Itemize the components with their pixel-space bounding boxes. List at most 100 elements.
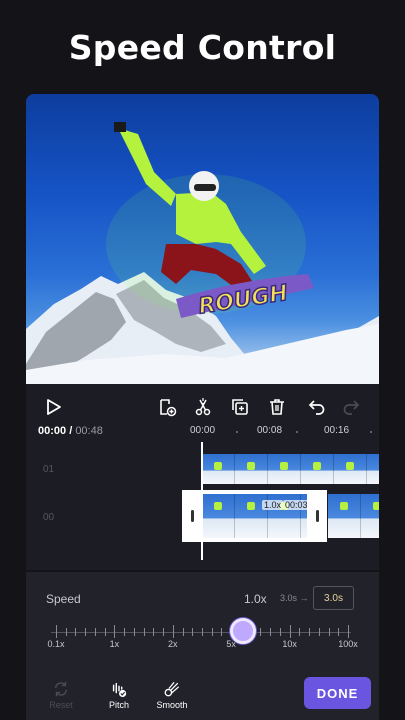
undo-icon	[308, 400, 325, 415]
duration-original: 3.0s →	[280, 593, 309, 603]
slider-minor-tick	[85, 628, 87, 636]
duration-result: 3.0s	[313, 586, 354, 610]
slider-minor-tick	[133, 628, 135, 636]
clip-trim-handle-left[interactable]	[182, 490, 202, 542]
slider-major-tick	[172, 625, 174, 638]
slider-minor-tick	[328, 628, 330, 636]
redo-icon	[343, 400, 360, 415]
selected-clip-frames: 1.0x 00:03	[202, 494, 307, 538]
track-number: 00	[43, 512, 55, 523]
slider-minor-tick	[75, 628, 77, 636]
smooth-icon	[164, 682, 179, 697]
reset-label: Reset	[49, 700, 73, 710]
video-preview[interactable]: ROUGH	[26, 94, 379, 384]
slider-scale-label: 1x	[109, 639, 120, 649]
speed-value: 1.0x	[244, 592, 267, 606]
slider-minor-tick	[202, 628, 203, 636]
ruler-label: 00:16	[324, 425, 350, 436]
undo-button[interactable]	[303, 394, 329, 420]
split-icon	[195, 398, 211, 416]
time-ruler: 00:00 / 00:48 00:00 00:08 00:16	[26, 424, 379, 440]
clip-frame	[202, 454, 235, 484]
speed-slider-knob[interactable]	[230, 618, 256, 644]
pitch-button[interactable]: Pitch	[94, 680, 144, 710]
slider-scale-label: 100x	[338, 639, 358, 649]
slider-minor-tick	[211, 628, 213, 636]
slider-scale-label: 0.1x	[47, 639, 65, 649]
video-frame-image: ROUGH	[26, 122, 379, 384]
slider-major-tick	[56, 625, 57, 638]
playhead[interactable]	[201, 442, 203, 560]
duration-from-value: 3.0s	[280, 593, 298, 603]
clip-frame	[268, 454, 301, 484]
clip-frame	[235, 454, 268, 484]
speed-label: Speed	[46, 592, 81, 606]
slider-minor-tick	[318, 628, 320, 636]
next-clip[interactable]	[328, 494, 379, 538]
smooth-button[interactable]: Smooth	[147, 680, 197, 710]
clip-frame	[361, 494, 379, 538]
ruler-label: 00:00	[190, 425, 216, 436]
ruler-dot	[236, 431, 238, 433]
delete-button[interactable]	[264, 394, 290, 420]
add-clip-icon	[160, 399, 177, 417]
slider-minor-tick	[221, 628, 223, 636]
clip-speed-badge: 1.0x	[262, 500, 284, 510]
time-readout: 00:00 / 00:48	[38, 425, 103, 437]
slider-minor-tick	[153, 628, 155, 636]
headline: Speed Control	[68, 28, 337, 67]
slider-minor-tick	[270, 628, 272, 636]
clip-duration-badge: 00:03	[283, 500, 307, 510]
done-button[interactable]: DONE	[304, 677, 371, 709]
redo-button[interactable]	[339, 394, 365, 420]
clip-frame	[334, 454, 367, 484]
clip-frame	[367, 454, 379, 484]
slider-major-tick	[114, 625, 116, 638]
editor-toolbar	[26, 392, 379, 422]
split-button[interactable]	[190, 394, 216, 420]
slider-minor-tick	[65, 628, 67, 636]
timeline-editor: 00:00 / 00:48 00:00 00:08 00:16 01 00 1.…	[26, 384, 379, 570]
slider-minor-tick	[182, 628, 184, 636]
clip-frame	[301, 454, 334, 484]
slider-scale-label: 2x	[168, 639, 178, 649]
slider-minor-tick	[309, 628, 311, 636]
reset-button[interactable]: Reset	[36, 680, 86, 710]
smooth-label: Smooth	[156, 700, 188, 710]
current-time: 00:00	[38, 425, 67, 437]
slider-minor-tick	[94, 628, 96, 636]
speed-slider-track[interactable]	[51, 632, 351, 633]
slider-minor-tick	[338, 628, 340, 636]
slider-minor-tick	[143, 628, 145, 636]
reset-icon	[54, 681, 68, 697]
slider-major-tick	[348, 625, 349, 638]
pitch-label: Pitch	[108, 700, 129, 710]
slider-scale-label: 10x	[282, 639, 297, 649]
duration-arrow: →	[299, 593, 309, 603]
clip-frame	[328, 494, 361, 538]
play-button[interactable]	[40, 394, 66, 420]
slider-minor-tick	[104, 628, 106, 636]
ruler-dot	[296, 431, 298, 433]
slider-minor-tick	[192, 628, 194, 636]
speed-panel: Speed 1.0x 3.0s → 3.0s 0.1x 1x 2x 5x 10x 100x…	[26, 572, 379, 720]
add-clip-button[interactable]	[154, 394, 180, 420]
slider-minor-tick	[163, 628, 165, 636]
ruler-dot	[370, 431, 372, 433]
selected-clip[interactable]: 1.0x 00:03	[182, 490, 327, 542]
ruler-label: 00:08	[257, 425, 283, 436]
delete-icon	[270, 399, 284, 415]
track-number: 01	[43, 464, 55, 475]
duplicate-button[interactable]	[227, 394, 253, 420]
upper-track-clip[interactable]	[202, 454, 379, 484]
clip-frame	[202, 494, 235, 538]
slider-minor-tick	[299, 628, 301, 636]
clip-trim-handle-right[interactable]	[307, 490, 327, 542]
pitch-icon	[112, 682, 127, 698]
slider-minor-tick	[260, 628, 262, 636]
total-time: 00:48	[75, 425, 103, 437]
play-icon	[47, 399, 61, 415]
slider-minor-tick	[124, 628, 126, 636]
slider-minor-tick	[279, 628, 281, 636]
slider-major-tick	[289, 625, 291, 638]
